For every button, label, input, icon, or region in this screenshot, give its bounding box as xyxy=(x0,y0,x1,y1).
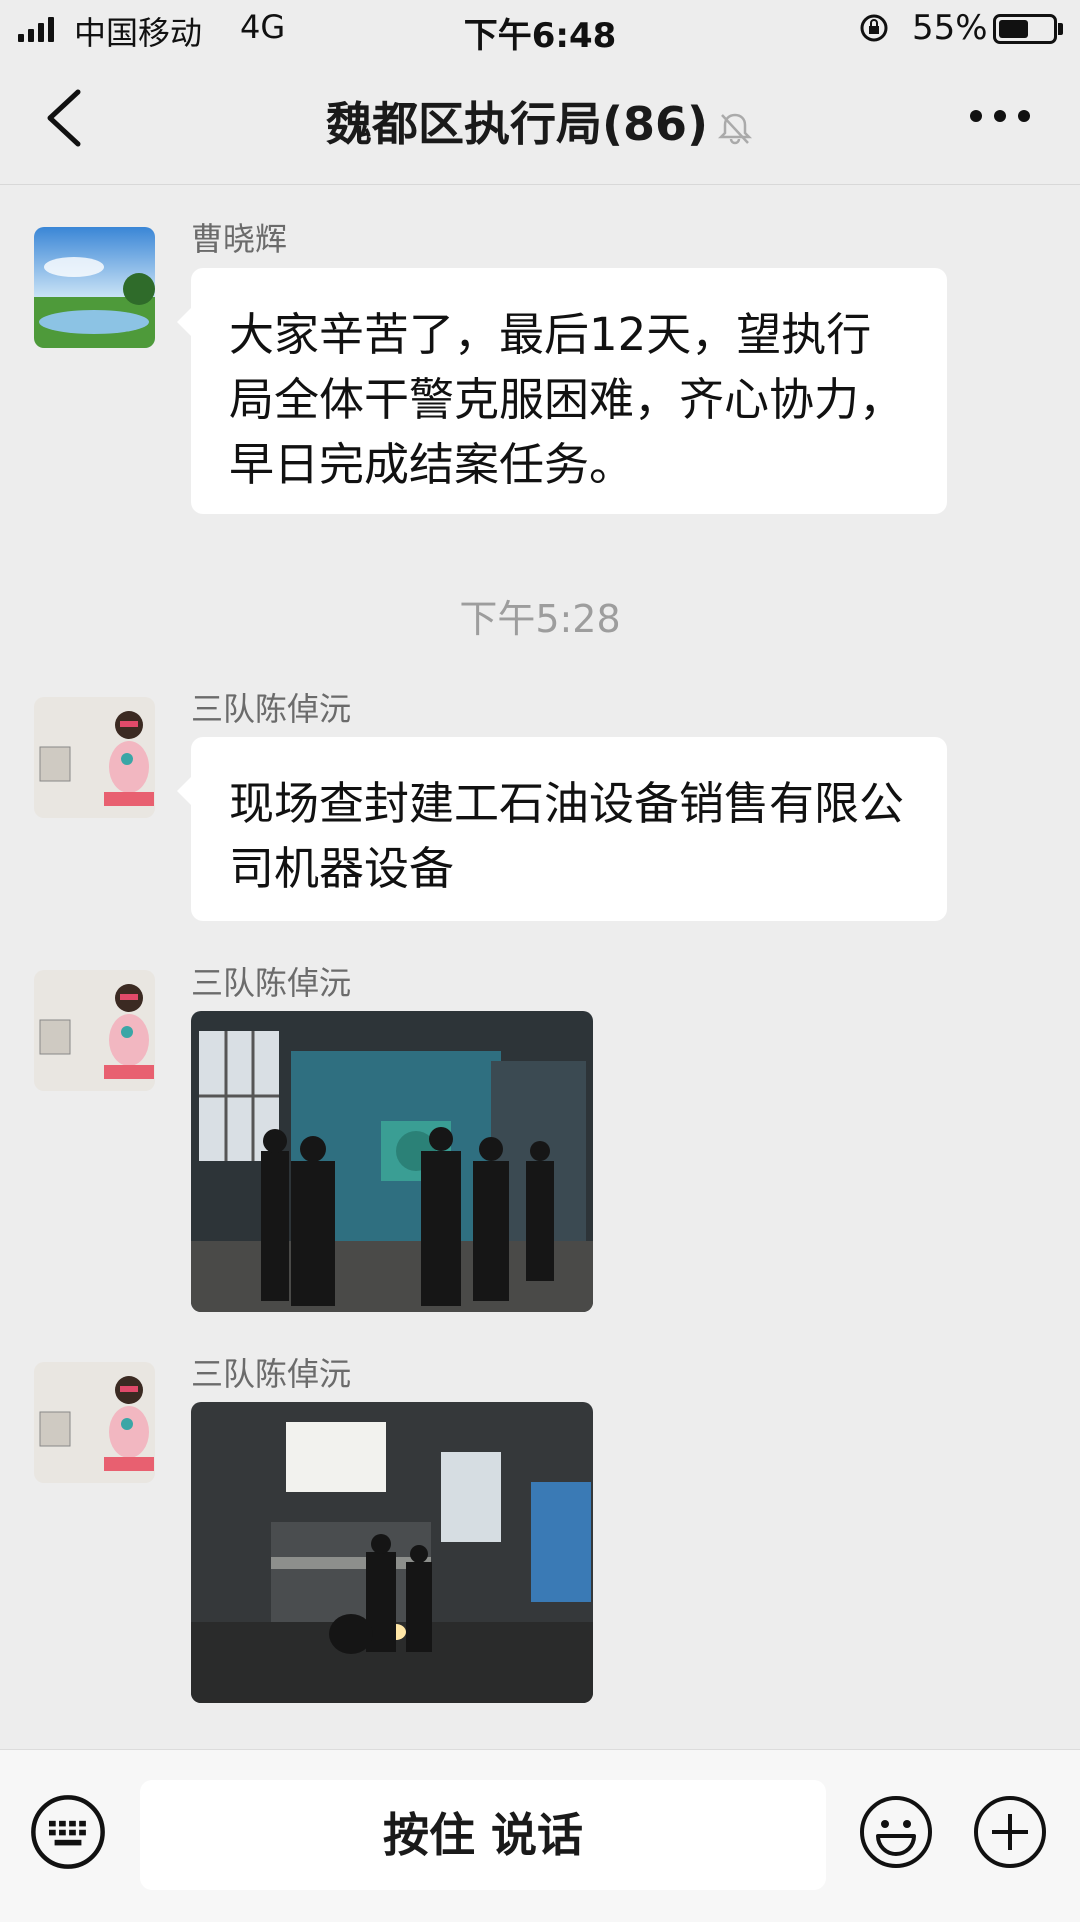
status-bar: 中国移动 4G 下午6:48 55% xyxy=(0,0,1080,58)
factory-photo xyxy=(191,1011,593,1312)
avatar[interactable] xyxy=(34,697,155,818)
plus-icon[interactable] xyxy=(972,1794,1048,1870)
battery-icon xyxy=(993,14,1057,44)
sender-name: 曹晓辉 xyxy=(191,220,288,258)
child-avatar-image xyxy=(34,970,155,1091)
avatar[interactable] xyxy=(34,1362,155,1483)
chat-title[interactable]: 魏都区执行局(86) xyxy=(0,88,1080,154)
rotation-lock-icon xyxy=(860,14,888,42)
landscape-avatar-image xyxy=(34,227,155,348)
sender-name: 三队陈倬沅 xyxy=(191,1355,352,1393)
mute-bell-icon xyxy=(718,113,753,144)
image-message[interactable] xyxy=(191,1011,593,1312)
more-icon[interactable] xyxy=(970,110,1030,126)
input-bar: 按住 说话 xyxy=(0,1749,1080,1922)
chat-title-text: 魏都区执行局(86) xyxy=(325,97,709,151)
sender-name: 三队陈倬沅 xyxy=(191,964,352,1002)
battery-percent: 55% xyxy=(912,8,988,48)
message-bubble[interactable]: 大家辛苦了，最后12天，望执行局全体干警克服困难，齐心协力，早日完成结案任务。 xyxy=(177,268,947,514)
child-avatar-image xyxy=(34,1362,155,1483)
message-bubble[interactable]: 现场查封建工石油设备销售有限公司机器设备 xyxy=(177,737,947,921)
avatar[interactable] xyxy=(34,970,155,1091)
image-message[interactable] xyxy=(191,1402,593,1703)
child-avatar-image xyxy=(34,697,155,818)
machine-photo xyxy=(191,1402,593,1703)
hold-to-talk-button[interactable]: 按住 说话 xyxy=(140,1780,826,1890)
keyboard-icon[interactable] xyxy=(30,1794,106,1870)
chat-header: 魏都区执行局(86) xyxy=(0,58,1080,185)
message-timestamp: 下午5:28 xyxy=(459,597,621,641)
emoji-icon[interactable] xyxy=(858,1794,934,1870)
sender-name: 三队陈倬沅 xyxy=(191,690,352,728)
avatar[interactable] xyxy=(34,227,155,348)
